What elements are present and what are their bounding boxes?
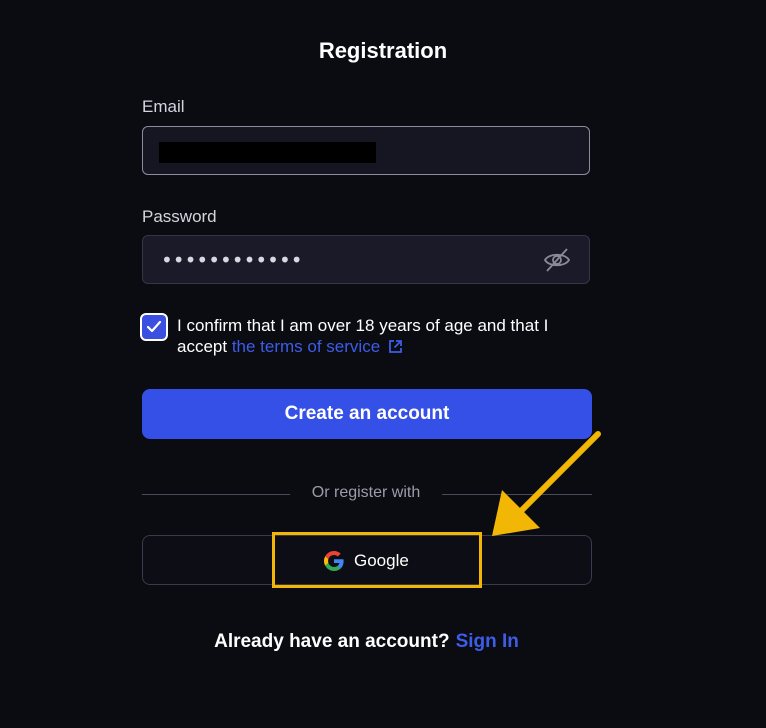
divider-left bbox=[142, 494, 290, 495]
google-button-content[interactable]: Google bbox=[322, 548, 409, 574]
terms-of-service-link[interactable]: the terms of service bbox=[232, 337, 380, 356]
password-field[interactable]: •••••••••••• bbox=[142, 235, 590, 284]
arrow-icon bbox=[492, 431, 601, 536]
consent-text: I confirm that I am over 18 years of age… bbox=[177, 315, 597, 357]
registration-page: Registration Email Password ••••••••••••… bbox=[0, 0, 766, 728]
password-label: Password bbox=[142, 207, 217, 226]
google-logo-icon bbox=[324, 551, 344, 571]
signin-prompt: Already have an account? bbox=[214, 631, 450, 652]
external-link-icon[interactable] bbox=[388, 339, 403, 354]
age-consent-checkbox[interactable] bbox=[140, 313, 168, 341]
sign-in-link[interactable]: Sign In bbox=[456, 631, 519, 652]
eye-slash-icon[interactable] bbox=[543, 247, 571, 273]
signin-row: Already have an account? Sign In bbox=[0, 631, 733, 653]
redacted-email-value bbox=[159, 142, 376, 163]
google-button-label: Google bbox=[354, 551, 409, 570]
page-title: Registration bbox=[318, 38, 448, 63]
checkmark-icon bbox=[146, 320, 162, 333]
divider-text: Or register with bbox=[311, 484, 421, 501]
password-value: •••••••••••• bbox=[161, 248, 303, 272]
email-label: Email bbox=[142, 97, 185, 116]
email-field[interactable] bbox=[142, 126, 590, 175]
